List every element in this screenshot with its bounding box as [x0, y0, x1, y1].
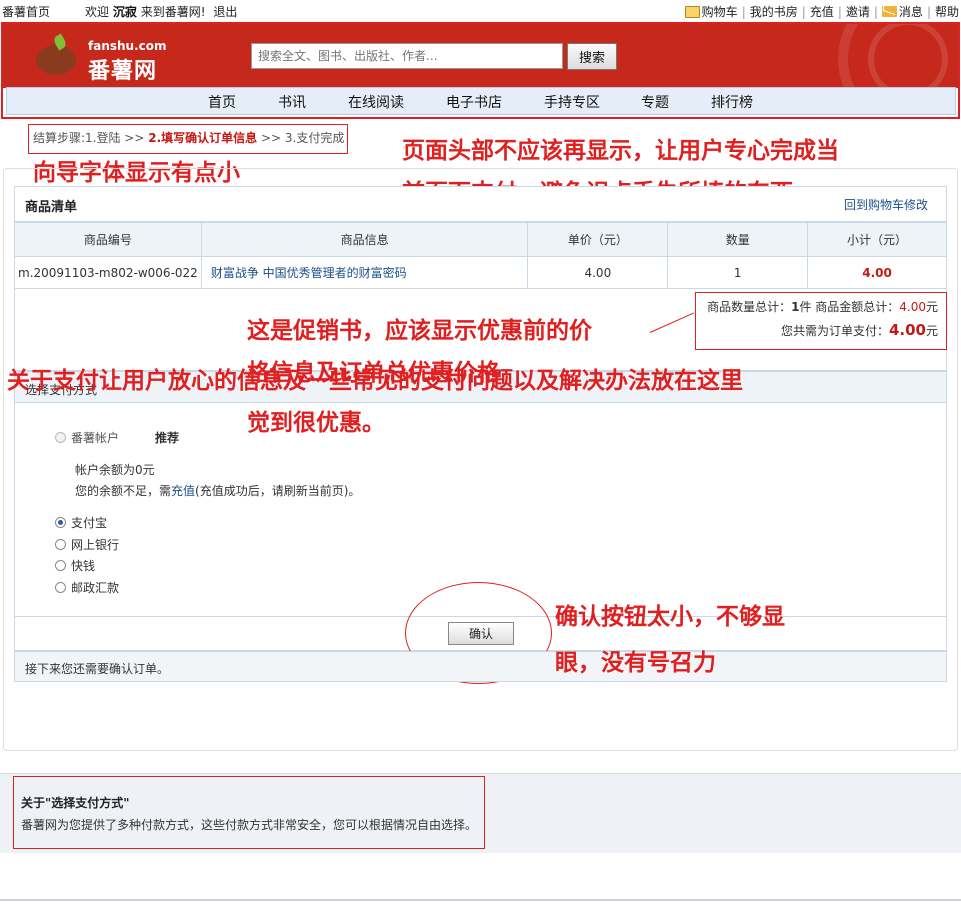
product-name-link[interactable]: 财富战争 中国优秀管理者的财富密码 — [211, 266, 407, 280]
checkout-steps: 结算步骤:1.登陆 >> 2.填写确认订单信息 >> 3.支付完成 — [33, 131, 345, 145]
home-link[interactable]: 番薯首页 — [2, 3, 50, 20]
logo-name: 番薯网 — [88, 59, 158, 84]
insufficient-balance-note: 您的余额不足，需 充值 (充值成功后，请刷新当前页)。 — [75, 482, 361, 499]
payment-option-alipay[interactable]: 支付宝 — [55, 514, 107, 531]
logout-link[interactable]: 退出 — [213, 5, 237, 19]
radio-99bill[interactable] — [55, 560, 66, 571]
order-summary: 商品数量总计：1件 商品金额总计：4.00元 您共需为订单支付：4.00元 — [695, 292, 947, 350]
product-id: m.20091103-m802-w006-022 — [14, 256, 202, 289]
help-description: 番薯网为您提供了多种付款方式，这些付款方式非常安全，您可以根据情况自由选择。 — [21, 818, 478, 832]
welcome-text: 欢迎 沉寂 来到番薯网! 退出 — [85, 5, 238, 19]
nav-rankings[interactable]: 排行榜 — [711, 92, 753, 112]
current-step: 2.填写确认订单信息 — [148, 131, 258, 145]
nav-news[interactable]: 书讯 — [278, 92, 306, 112]
recharge-link[interactable]: 充值 — [810, 3, 834, 20]
payment-help-box: 关于"选择支付方式" 番薯网为您提供了多种付款方式，这些付款方式非常安全，您可以… — [13, 776, 485, 849]
main-nav: 首页 书讯 在线阅读 电子书店 手持专区 专题 排行榜 — [6, 87, 956, 115]
account-balance: 帐户余额为0元 — [75, 463, 155, 477]
site-header: fanshu.com 番薯网 搜索 — [3, 24, 958, 88]
top-bar: 番薯首页 欢迎 沉寂 来到番薯网! 退出 购物车 | 我的书房 | 充值 | 邀… — [0, 0, 961, 22]
confirm-button[interactable]: 确认 — [448, 622, 514, 645]
back-to-cart-link[interactable]: 回到购物车修改 — [844, 196, 928, 213]
col-price: 单价（元） — [527, 222, 669, 257]
payment-option-netbank[interactable]: 网上银行 — [55, 536, 119, 553]
nav-home[interactable]: 首页 — [208, 92, 236, 112]
mail-icon — [881, 6, 897, 17]
next-step-tip: 接下来您还需要确认订单。 — [14, 651, 947, 682]
invite-link[interactable]: 邀请 — [846, 3, 870, 20]
radio-alipay[interactable] — [55, 517, 66, 528]
col-id: 商品编号 — [14, 222, 202, 257]
product-price: 4.00 — [527, 256, 669, 289]
nav-ebook-store[interactable]: 电子书店 — [446, 92, 502, 112]
annotation-reassure: 关于支付让用户放心的信息及一些常见的支付问题以及解决办法放在这里 — [7, 368, 743, 394]
payment-option-99bill[interactable]: 快钱 — [55, 557, 95, 574]
payment-option-postal[interactable]: 邮政汇款 — [55, 579, 119, 596]
product-subtotal: 4.00 — [807, 256, 947, 289]
footer-divider — [0, 899, 961, 901]
radio-netbank[interactable] — [55, 539, 66, 550]
col-subtotal: 小计（元） — [807, 222, 947, 257]
messages-link[interactable]: 消息 — [899, 3, 923, 20]
decor-swirl — [868, 24, 948, 88]
my-study-link[interactable]: 我的书房 — [750, 3, 798, 20]
product-qty: 1 — [667, 256, 809, 289]
help-title: 关于"选择支付方式" — [21, 796, 130, 810]
radio-postal[interactable] — [55, 582, 66, 593]
annotation-confirm-1: 确认按钮太小，不够显 — [555, 604, 785, 630]
annotation-promo-1: 这是促销书，应该显示优惠前的价 — [247, 318, 592, 344]
nav-topics[interactable]: 专题 — [641, 92, 669, 112]
username: 沉寂 — [112, 5, 137, 19]
annotation-header-1: 页面头部不应该再显示，让用户专心完成当 — [402, 138, 839, 164]
cart-icon — [684, 5, 700, 18]
col-info: 商品信息 — [200, 222, 529, 257]
table-row: m.20091103-m802-w006-022 财富战争 中国优秀管理者的财富… — [14, 256, 947, 289]
cart-link[interactable]: 购物车 — [702, 3, 738, 20]
nav-mobile-zone[interactable]: 手持专区 — [544, 92, 600, 112]
recharge-link-inline[interactable]: 充值 — [171, 482, 195, 499]
goods-amount: 4.00 — [899, 300, 926, 314]
goods-table: 商品编号 商品信息 单价（元） 数量 小计（元） m.20091103-m802… — [14, 222, 947, 289]
col-qty: 数量 — [667, 222, 809, 257]
top-links: 购物车 | 我的书房 | 充值 | 邀请 | 消息 | 帮助 — [684, 3, 959, 20]
annotation-confirm-2: 眼，没有号召力 — [555, 650, 716, 676]
goods-list-header: 商品清单 回到购物车修改 — [14, 186, 947, 222]
potato-icon — [36, 45, 76, 75]
logo-domain: fanshu.com — [88, 39, 167, 53]
annotation-promo-3: 觉到很优惠。 — [247, 410, 385, 436]
search-button[interactable]: 搜索 — [567, 43, 617, 70]
recommend-badge: 推荐 — [155, 431, 180, 445]
total-payment: 4.00 — [888, 321, 926, 339]
site-logo[interactable]: fanshu.com 番薯网 — [33, 31, 171, 84]
help-link[interactable]: 帮助 — [935, 3, 959, 20]
nav-online-reading[interactable]: 在线阅读 — [348, 92, 404, 112]
payment-option-account[interactable]: 番薯帐户 推荐 — [55, 429, 179, 446]
radio-account[interactable] — [55, 432, 66, 443]
goods-list-title: 商品清单 — [25, 200, 78, 215]
search-input[interactable] — [251, 43, 563, 69]
